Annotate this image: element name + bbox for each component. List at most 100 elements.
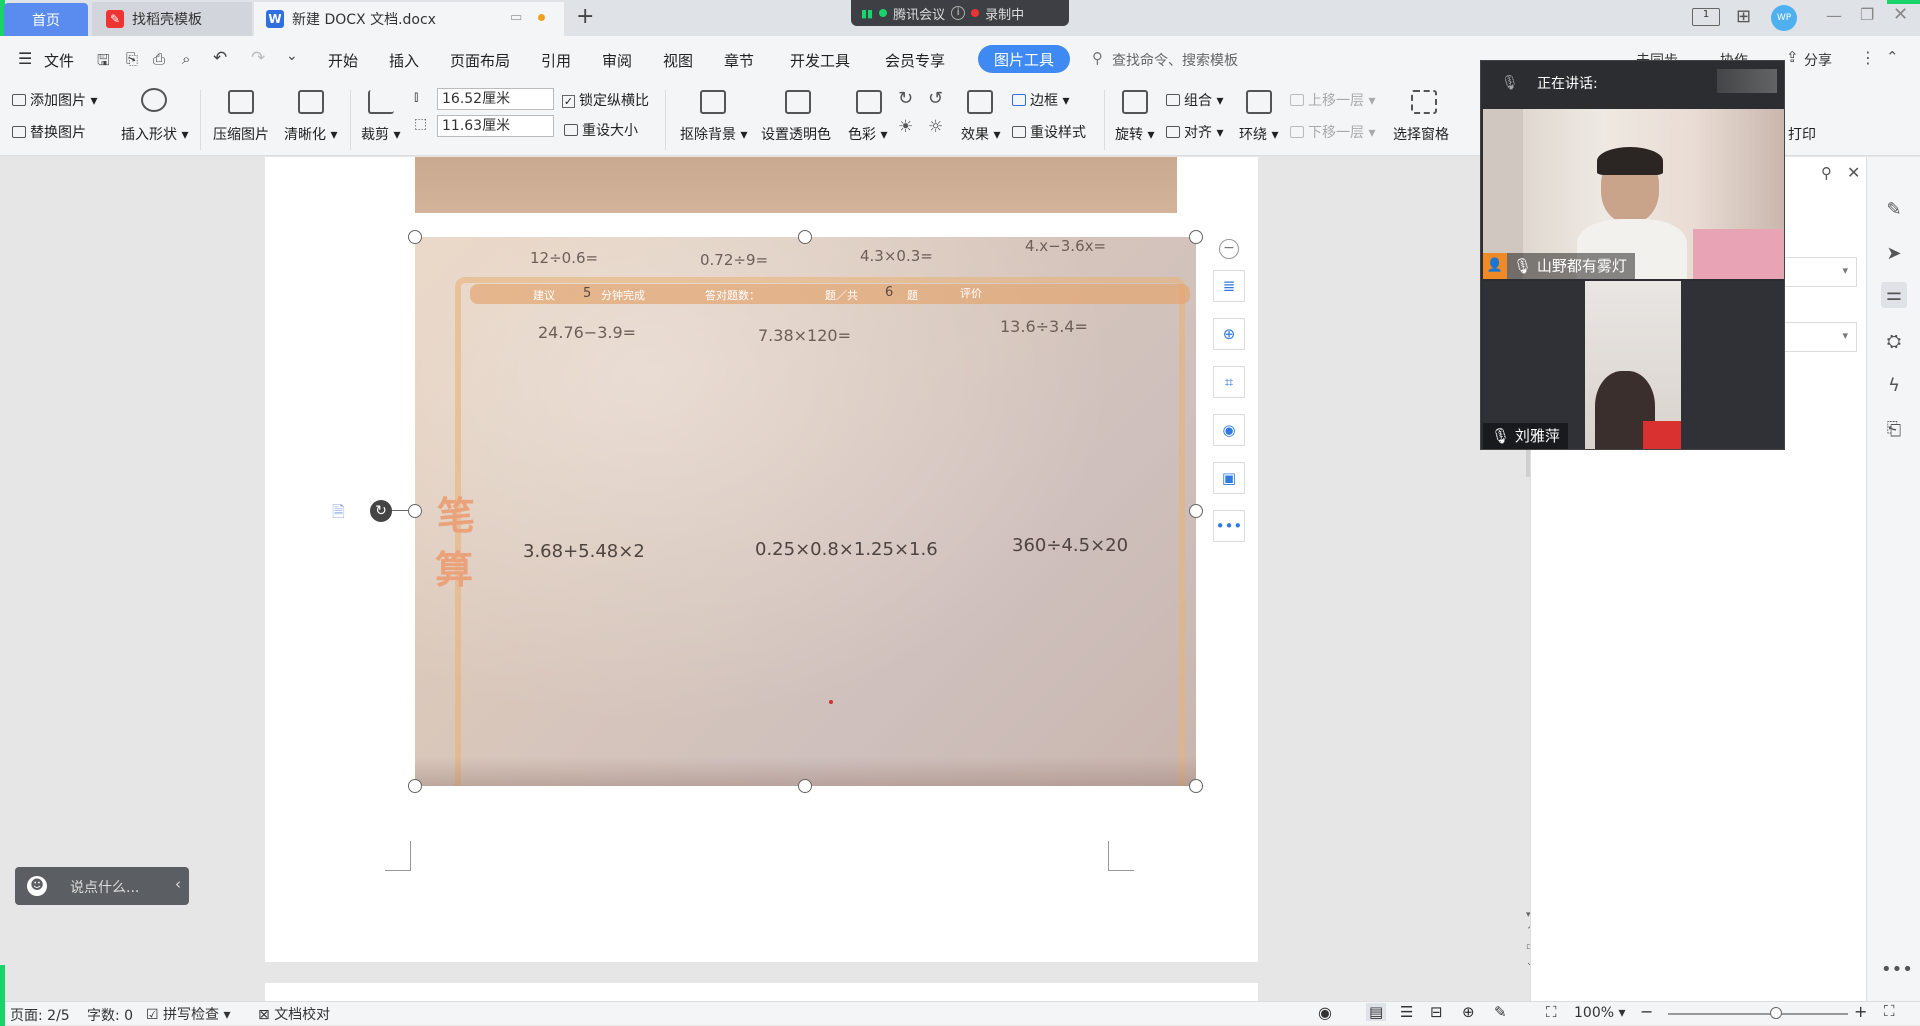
menu-developer[interactable]: 开发工具: [790, 50, 850, 71]
print-icon[interactable]: ⎙: [153, 50, 165, 68]
more-options-icon[interactable]: •••: [1213, 510, 1245, 542]
save-icon[interactable]: 🖫: [97, 50, 110, 75]
rotate-right-icon[interactable]: ↺: [928, 88, 943, 109]
width-field[interactable]: 16.52厘米: [437, 88, 554, 110]
more-menu-icon[interactable]: ⋮: [1860, 48, 1876, 67]
lock-aspect-ratio-checkbox[interactable]: ✓ 锁定纵横比: [562, 90, 649, 110]
rotate-handle-icon[interactable]: ↻: [370, 500, 392, 522]
page-indicator[interactable]: 页面: 2/5: [10, 1005, 70, 1025]
wrap-button[interactable]: 环绕 ▾: [1239, 124, 1278, 144]
redo-icon[interactable]: ↷: [251, 48, 265, 68]
eye-protection-icon[interactable]: ◉: [1318, 1003, 1332, 1022]
menu-hamburger-icon[interactable]: ☰: [18, 49, 32, 68]
zoom-level[interactable]: 100% ▾: [1574, 1005, 1626, 1021]
collapse-toolbar-icon[interactable]: −: [1219, 239, 1239, 259]
brightness-down-icon[interactable]: ☼: [928, 117, 943, 137]
fit-page-icon[interactable]: ⛶: [1546, 1003, 1557, 1021]
document-search-icon[interactable]: ⎗: [1881, 417, 1907, 443]
user-avatar[interactable]: WP: [1771, 5, 1797, 31]
export-icon[interactable]: ⎘: [126, 50, 138, 68]
menu-references[interactable]: 引用: [541, 50, 571, 71]
insert-shape-button[interactable]: 插入形状 ▾: [121, 124, 188, 144]
zoom-out-icon[interactable]: −: [1640, 1002, 1653, 1021]
tab-daoke-templates[interactable]: ✎ 找稻壳模板: [92, 2, 252, 36]
resize-handle-left[interactable]: [408, 504, 422, 518]
menu-page-layout[interactable]: 页面布局: [450, 50, 510, 71]
layout-toggle-icon[interactable]: 1: [1692, 8, 1720, 26]
menu-home[interactable]: 开始: [328, 50, 358, 71]
remove-background-button[interactable]: 抠除背景 ▾: [680, 124, 747, 144]
zoom-picture-icon[interactable]: ⊕: [1213, 318, 1245, 350]
picture-to-text-icon[interactable]: ▣: [1213, 462, 1245, 494]
print-button[interactable]: 打印: [1788, 124, 1816, 144]
reading-view-icon[interactable]: ⊟: [1430, 1003, 1443, 1021]
close-panel-icon[interactable]: ✕: [1847, 163, 1860, 182]
monitor-icon[interactable]: ▭: [510, 10, 522, 25]
resize-handle-bottom[interactable]: [798, 779, 812, 793]
new-tab-button[interactable]: +: [576, 4, 594, 29]
group-button[interactable]: 组合 ▾: [1166, 90, 1223, 110]
resize-handle-top-right[interactable]: [1189, 230, 1203, 244]
tab-document[interactable]: W 新建 DOCX 文档.docx ▭: [254, 2, 564, 36]
menu-view[interactable]: 视图: [663, 50, 693, 71]
collapse-ribbon-icon[interactable]: ⌃: [1886, 48, 1899, 66]
comment-input-box[interactable]: ☻ 说点什么... ‹: [15, 867, 189, 905]
brightness-up-icon[interactable]: ☀: [898, 117, 913, 137]
rotate-button[interactable]: 旋转 ▾: [1115, 124, 1154, 144]
color-button[interactable]: 色彩 ▾: [848, 124, 887, 144]
minimize-icon[interactable]: —: [1826, 6, 1842, 25]
command-search[interactable]: 查找命令、搜索模板: [1112, 50, 1238, 70]
compress-picture-button[interactable]: 压缩图片: [213, 124, 269, 144]
adjust-settings-icon[interactable]: ⚌: [1881, 282, 1907, 308]
crop-button[interactable]: 裁剪 ▾: [361, 124, 400, 144]
info-icon[interactable]: i: [951, 6, 966, 20]
resize-handle-bottom-right[interactable]: [1189, 779, 1203, 793]
resize-handle-bottom-left[interactable]: [408, 779, 422, 793]
select-cursor-icon[interactable]: ➤: [1881, 241, 1907, 267]
flash-icon[interactable]: ϟ: [1881, 373, 1907, 399]
proofread-button[interactable]: ⊠ 文档校对: [258, 1004, 330, 1024]
write-mode-icon[interactable]: ✎: [1494, 1003, 1507, 1021]
wrap-text-icon[interactable]: ≣: [1213, 270, 1245, 302]
emoji-icon[interactable]: ☻: [27, 876, 47, 896]
collapse-comment-icon[interactable]: ‹: [175, 875, 181, 893]
resize-handle-right[interactable]: [1189, 504, 1203, 518]
tab-home[interactable]: 首页: [4, 3, 88, 36]
border-button[interactable]: 边框 ▾: [1012, 90, 1069, 110]
bring-forward-button[interactable]: 上移一层 ▾: [1290, 90, 1375, 110]
spell-check-button[interactable]: ☑ 拼写检查 ▾: [146, 1004, 231, 1024]
menu-picture-tools[interactable]: 图片工具: [978, 45, 1070, 73]
menu-insert[interactable]: 插入: [389, 50, 419, 71]
layout-options-icon[interactable]: 🗎: [332, 501, 345, 528]
outline-view-icon[interactable]: ☰: [1400, 1003, 1413, 1021]
menu-review[interactable]: 审阅: [602, 50, 632, 71]
align-button[interactable]: 对齐 ▾: [1166, 122, 1223, 142]
zoom-slider-track[interactable]: [1668, 1013, 1848, 1015]
resize-handle-top[interactable]: [798, 230, 812, 244]
more-tools-icon[interactable]: •••: [1881, 957, 1913, 983]
rotate-left-icon[interactable]: ↻: [898, 88, 913, 109]
pin-panel-icon[interactable]: ⚲: [1821, 164, 1832, 182]
word-count[interactable]: 字数: 0: [87, 1005, 133, 1025]
reset-style-button[interactable]: 重设样式: [1012, 122, 1086, 142]
fullscreen-icon[interactable]: ⛶: [1884, 1002, 1895, 1020]
reset-size-button[interactable]: 重设大小: [564, 120, 638, 140]
restore-icon[interactable]: ❐: [1860, 5, 1874, 24]
undo-icon[interactable]: ↶: [213, 48, 227, 68]
height-field[interactable]: 11.63厘米: [437, 115, 554, 137]
apps-grid-icon[interactable]: ⊞: [1736, 6, 1751, 27]
zoom-in-icon[interactable]: +: [1854, 1002, 1867, 1021]
zoom-slider-knob[interactable]: [1770, 1007, 1782, 1019]
print-preview-icon[interactable]: ⌕: [182, 50, 190, 68]
selection-pane-button[interactable]: 选择窗格: [1393, 124, 1449, 144]
menu-sections[interactable]: 章节: [724, 50, 754, 71]
crop-picture-icon[interactable]: ⌗: [1213, 366, 1245, 398]
web-view-icon[interactable]: ⊕: [1462, 1003, 1475, 1021]
set-transparent-color-button[interactable]: 设置透明色: [761, 124, 831, 144]
smart-idea-icon[interactable]: ◉: [1213, 414, 1245, 446]
selected-picture[interactable]: 12÷0.6= 0.72÷9= 4.3×0.3= 4.x−3.6x= 建议 5 …: [415, 237, 1196, 786]
add-picture-button[interactable]: 添加图片 ▾: [12, 90, 97, 110]
effects-button[interactable]: 效果 ▾: [961, 124, 1000, 144]
page-view-icon[interactable]: ▤: [1366, 1003, 1387, 1021]
send-backward-button[interactable]: 下移一层 ▾: [1290, 122, 1375, 142]
